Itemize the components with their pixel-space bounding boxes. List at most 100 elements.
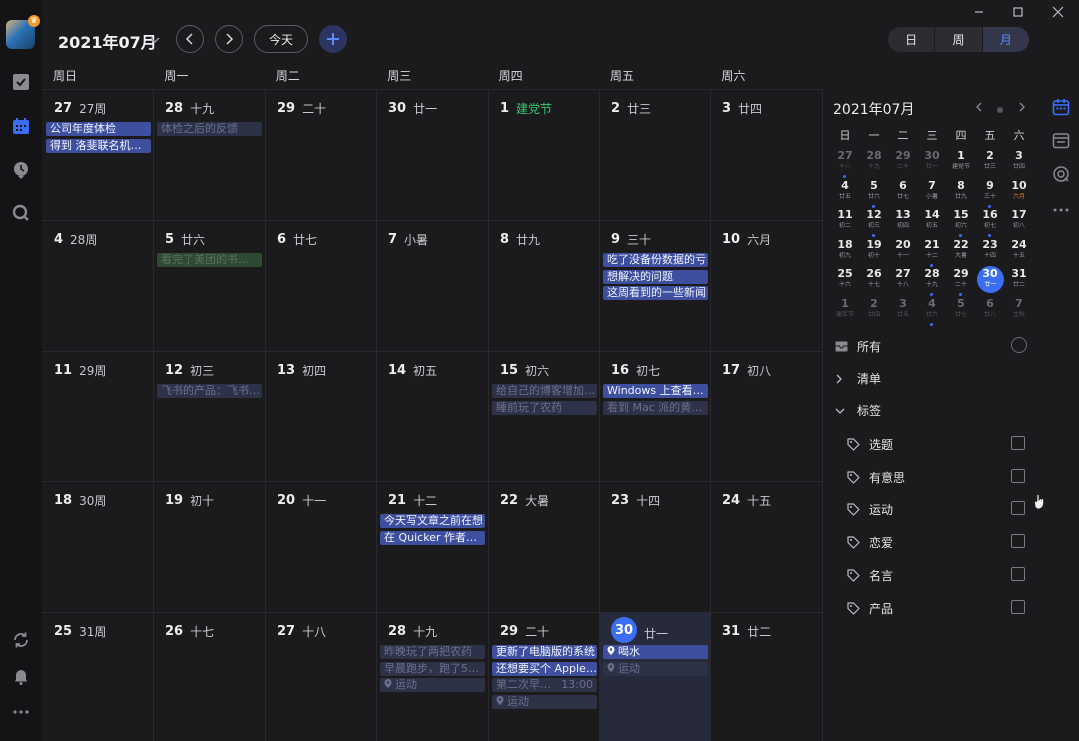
day-cell[interactable]: 12 初三 飞书的产品：飞书文档 <box>154 352 264 482</box>
mini-day[interactable]: 22 大暑 <box>949 238 973 266</box>
day-cell[interactable]: 20 十一 <box>266 482 376 612</box>
mini-day[interactable]: 26 十七 <box>862 268 886 295</box>
day-cell[interactable]: 29 二十更新了电脑版的系统还想要买个 Apple Watch 第二次早… 13:00… <box>489 613 599 741</box>
day-cell[interactable]: 6 廿七 <box>266 221 376 351</box>
close-icon[interactable] <box>1048 4 1068 20</box>
calendar-event[interactable]: 喝水 <box>603 645 708 659</box>
list-section-toggle[interactable]: 清单 <box>835 370 881 387</box>
day-cell[interactable]: 15 初六 给自己的博客增加评论 睡前玩了农药 <box>489 352 599 482</box>
mini-day[interactable]: 20 十一 <box>891 238 915 266</box>
calendar-event[interactable]: 早晨跑步，跑了5公里 <box>380 661 485 676</box>
focus-icon[interactable] <box>1050 163 1072 185</box>
mini-day[interactable]: 17 初八 <box>1007 209 1031 236</box>
mini-day[interactable]: 19 初十 <box>862 238 886 266</box>
day-cell[interactable]: 2 廿三 <box>600 90 710 220</box>
bell-icon[interactable] <box>10 665 32 687</box>
mini-day[interactable]: 29 二十 <box>949 268 973 296</box>
tag-checkbox[interactable] <box>1011 468 1025 483</box>
mini-day[interactable]: 29 二十 <box>891 150 915 177</box>
mini-day[interactable]: 13 初四 <box>891 209 915 236</box>
day-cell[interactable]: 22 大暑 <box>489 482 599 612</box>
chevron-down-icon[interactable] <box>150 33 160 47</box>
tag-checkbox[interactable] <box>1011 534 1025 549</box>
mini-day[interactable]: 27 十八 <box>891 268 915 295</box>
mini-day[interactable]: 3 廿四 <box>1007 150 1031 177</box>
tag-checkbox[interactable] <box>1011 436 1025 450</box>
day-cell[interactable]: 18 30周 <box>43 482 153 612</box>
mini-day[interactable]: 6 廿七 <box>891 179 915 207</box>
calendar-event[interactable]: 第二次早… 13:00 <box>492 678 597 692</box>
calendar-event[interactable]: 看到 Mac 派的黄金时代 <box>603 400 708 415</box>
filter-all-radio[interactable] <box>1011 337 1027 353</box>
calendar-event[interactable]: 体检之后的反馈 <box>157 122 262 136</box>
tag-item[interactable]: 选题 <box>847 436 893 453</box>
day-cell[interactable]: 1 建党节 <box>489 90 599 220</box>
add-event-button[interactable] <box>319 25 347 53</box>
mini-day[interactable]: 10 六月 <box>1007 179 1031 207</box>
mini-day[interactable]: 7 小暑 <box>920 179 944 207</box>
mini-day[interactable]: 7 立秋 <box>1007 297 1031 325</box>
mini-day[interactable]: 5 廿七 <box>949 297 973 325</box>
minimize-icon[interactable] <box>969 4 989 20</box>
mini-next-icon[interactable] <box>1018 101 1026 115</box>
month-title[interactable]: 2021年07月 <box>58 29 157 53</box>
more-icon[interactable] <box>10 701 32 723</box>
day-cell[interactable]: 7 小暑 <box>377 221 487 351</box>
tag-item[interactable]: 名言 <box>847 567 893 584</box>
day-cell[interactable]: 29 二十 <box>266 90 376 220</box>
tag-checkbox[interactable] <box>1011 566 1025 581</box>
day-cell[interactable]: 11 29周 <box>43 352 153 482</box>
mini-day[interactable]: 25 十六 <box>833 268 857 295</box>
tag-item[interactable]: 恋爱 <box>847 534 893 551</box>
day-cell[interactable]: 13 初四 <box>266 352 376 482</box>
mini-day[interactable]: 12 初三 <box>862 209 886 237</box>
day-cell[interactable]: 26 十七 <box>154 613 264 741</box>
calendar-event[interactable]: 看完了美团的书… <box>157 253 262 267</box>
day-cell[interactable]: 30 廿一 喝水 运动 <box>600 613 710 741</box>
day-cell[interactable]: 4 28周 <box>43 221 153 351</box>
calendar-event[interactable]: 在 Quicker 作者的推荐 <box>380 530 485 545</box>
calendar-event[interactable]: 更新了电脑版的系统 <box>492 645 597 659</box>
prev-month-button[interactable] <box>176 25 204 53</box>
day-cell[interactable]: 24 十五 <box>711 482 821 612</box>
mini-day[interactable]: 11 初二 <box>833 209 857 236</box>
calendar-event[interactable]: 今天写文章之前在想 <box>380 514 485 528</box>
day-cell[interactable]: 10 六月 <box>711 221 821 351</box>
checkbox-icon[interactable] <box>10 71 32 93</box>
mini-day[interactable]: 30 廿一 <box>920 150 944 177</box>
mini-day[interactable]: 15 初六 <box>949 209 973 237</box>
clock-icon[interactable] <box>10 159 32 181</box>
search-icon[interactable] <box>10 202 32 224</box>
mini-day[interactable]: 16 初七 <box>978 209 1002 237</box>
day-cell[interactable]: 25 31周 <box>43 613 153 741</box>
mini-day[interactable]: 5 廿六 <box>862 179 886 208</box>
day-cell[interactable]: 8 廿九 <box>489 221 599 351</box>
mini-day[interactable]: 28 十九 <box>920 268 944 296</box>
mini-day[interactable]: 8 廿九 <box>949 179 973 207</box>
calendar-event[interactable]: 昨晚玩了两把农药 <box>380 645 485 659</box>
mini-day[interactable]: 3 廿五 <box>891 297 915 325</box>
schedule-icon[interactable] <box>1050 129 1072 151</box>
day-cell[interactable]: 17 初八 <box>711 352 821 482</box>
calendar-event[interactable]: 想解决的问题 <box>603 269 708 284</box>
tag-item[interactable]: 运动 <box>847 501 893 518</box>
mini-day[interactable]: 28 十九 <box>862 150 886 177</box>
calendar-event[interactable]: 运动 <box>380 678 485 692</box>
calendar-event[interactable]: 飞书的产品：飞书文档 <box>157 384 262 398</box>
mini-day[interactable]: 24 十五 <box>1007 238 1031 266</box>
mini-day-selected[interactable]: 30 廿一 <box>976 266 1004 293</box>
mini-day[interactable]: 14 初五 <box>920 209 944 236</box>
today-button[interactable]: 今天 <box>254 25 308 53</box>
mini-day[interactable]: 2 廿三 <box>978 150 1002 177</box>
mini-day[interactable]: 2 廿四 <box>862 297 886 325</box>
calendar-event[interactable]: 运动 <box>603 661 708 676</box>
day-cell[interactable]: 14 初五 <box>377 352 487 482</box>
mini-day[interactable]: 1 建军节 <box>833 297 857 325</box>
tag-checkbox[interactable] <box>1011 599 1025 614</box>
avatar[interactable]: ♛ <box>6 15 40 49</box>
mini-day[interactable]: 18 初九 <box>833 238 857 266</box>
day-cell[interactable]: 28 十九 体检之后的反馈 <box>154 90 264 220</box>
day-cell[interactable]: 16 初七 Windows 上查看文件看到 Mac 派的黄金时代 <box>600 352 710 482</box>
calendar-event[interactable]: 吃了没备份数据的亏 <box>603 253 708 267</box>
calendar-event[interactable]: Windows 上查看文件 <box>603 384 708 398</box>
